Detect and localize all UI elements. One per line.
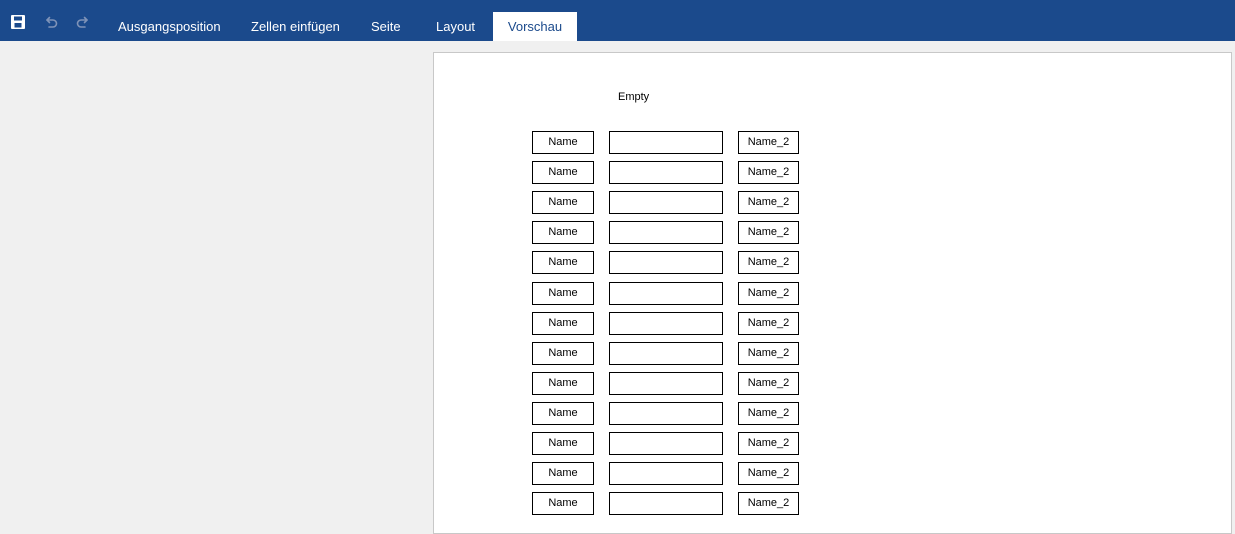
name-cell: Name [532,432,594,455]
name-2-cell: Name_2 [738,372,799,395]
redo-icon[interactable] [73,12,93,32]
name-cell: Name [532,191,594,214]
name-cell: Name [532,462,594,485]
name-2-cell: Name_2 [738,131,799,154]
sheet-title: Empty [618,91,650,103]
name-2-cell: Name_2 [738,251,799,274]
value-cell[interactable] [609,221,723,244]
value-cell[interactable] [609,432,723,455]
undo-icon[interactable] [41,12,61,32]
name-2-cell: Name_2 [738,161,799,184]
name-cell: Name [532,282,594,305]
name-cell: Name [532,221,594,244]
value-cell[interactable] [609,312,723,335]
name-2-cell: Name_2 [738,402,799,425]
tab-vorschau[interactable]: Vorschau [493,12,577,41]
save-icon[interactable] [8,12,28,32]
value-cell[interactable] [609,161,723,184]
name-2-cell: Name_2 [738,432,799,455]
name-cell: Name [532,312,594,335]
name-2-cell: Name_2 [738,342,799,365]
value-cell[interactable] [609,342,723,365]
name-2-cell: Name_2 [738,462,799,485]
name-2-cell: Name_2 [738,282,799,305]
value-cell[interactable] [609,191,723,214]
preview-sheet: Empty Name Name_2 Name Name_2 Name Name_2 Name… [433,52,1232,534]
name-cell: Name [532,161,594,184]
name-2-cell: Name_2 [738,312,799,335]
value-cell[interactable] [609,372,723,395]
name-2-cell: Name_2 [738,492,799,515]
name-cell: Name [532,131,594,154]
name-cell: Name [532,372,594,395]
name-cell: Name [532,342,594,365]
tab-seite[interactable]: Seite [371,12,401,41]
value-cell[interactable] [609,282,723,305]
value-cell[interactable] [609,251,723,274]
name-2-cell: Name_2 [738,191,799,214]
top-toolbar: Ausgangsposition Zellen einfügen Seite L… [0,0,1235,41]
name-cell: Name [532,492,594,515]
value-cell[interactable] [609,462,723,485]
name-2-cell: Name_2 [738,221,799,244]
value-cell[interactable] [609,492,723,515]
tab-layout[interactable]: Layout [436,12,475,41]
tab-zellen-einfuegen[interactable]: Zellen einfügen [251,12,340,41]
value-cell[interactable] [609,131,723,154]
value-cell[interactable] [609,402,723,425]
name-cell: Name [532,251,594,274]
tab-ausgangsposition[interactable]: Ausgangsposition [118,12,221,41]
name-cell: Name [532,402,594,425]
